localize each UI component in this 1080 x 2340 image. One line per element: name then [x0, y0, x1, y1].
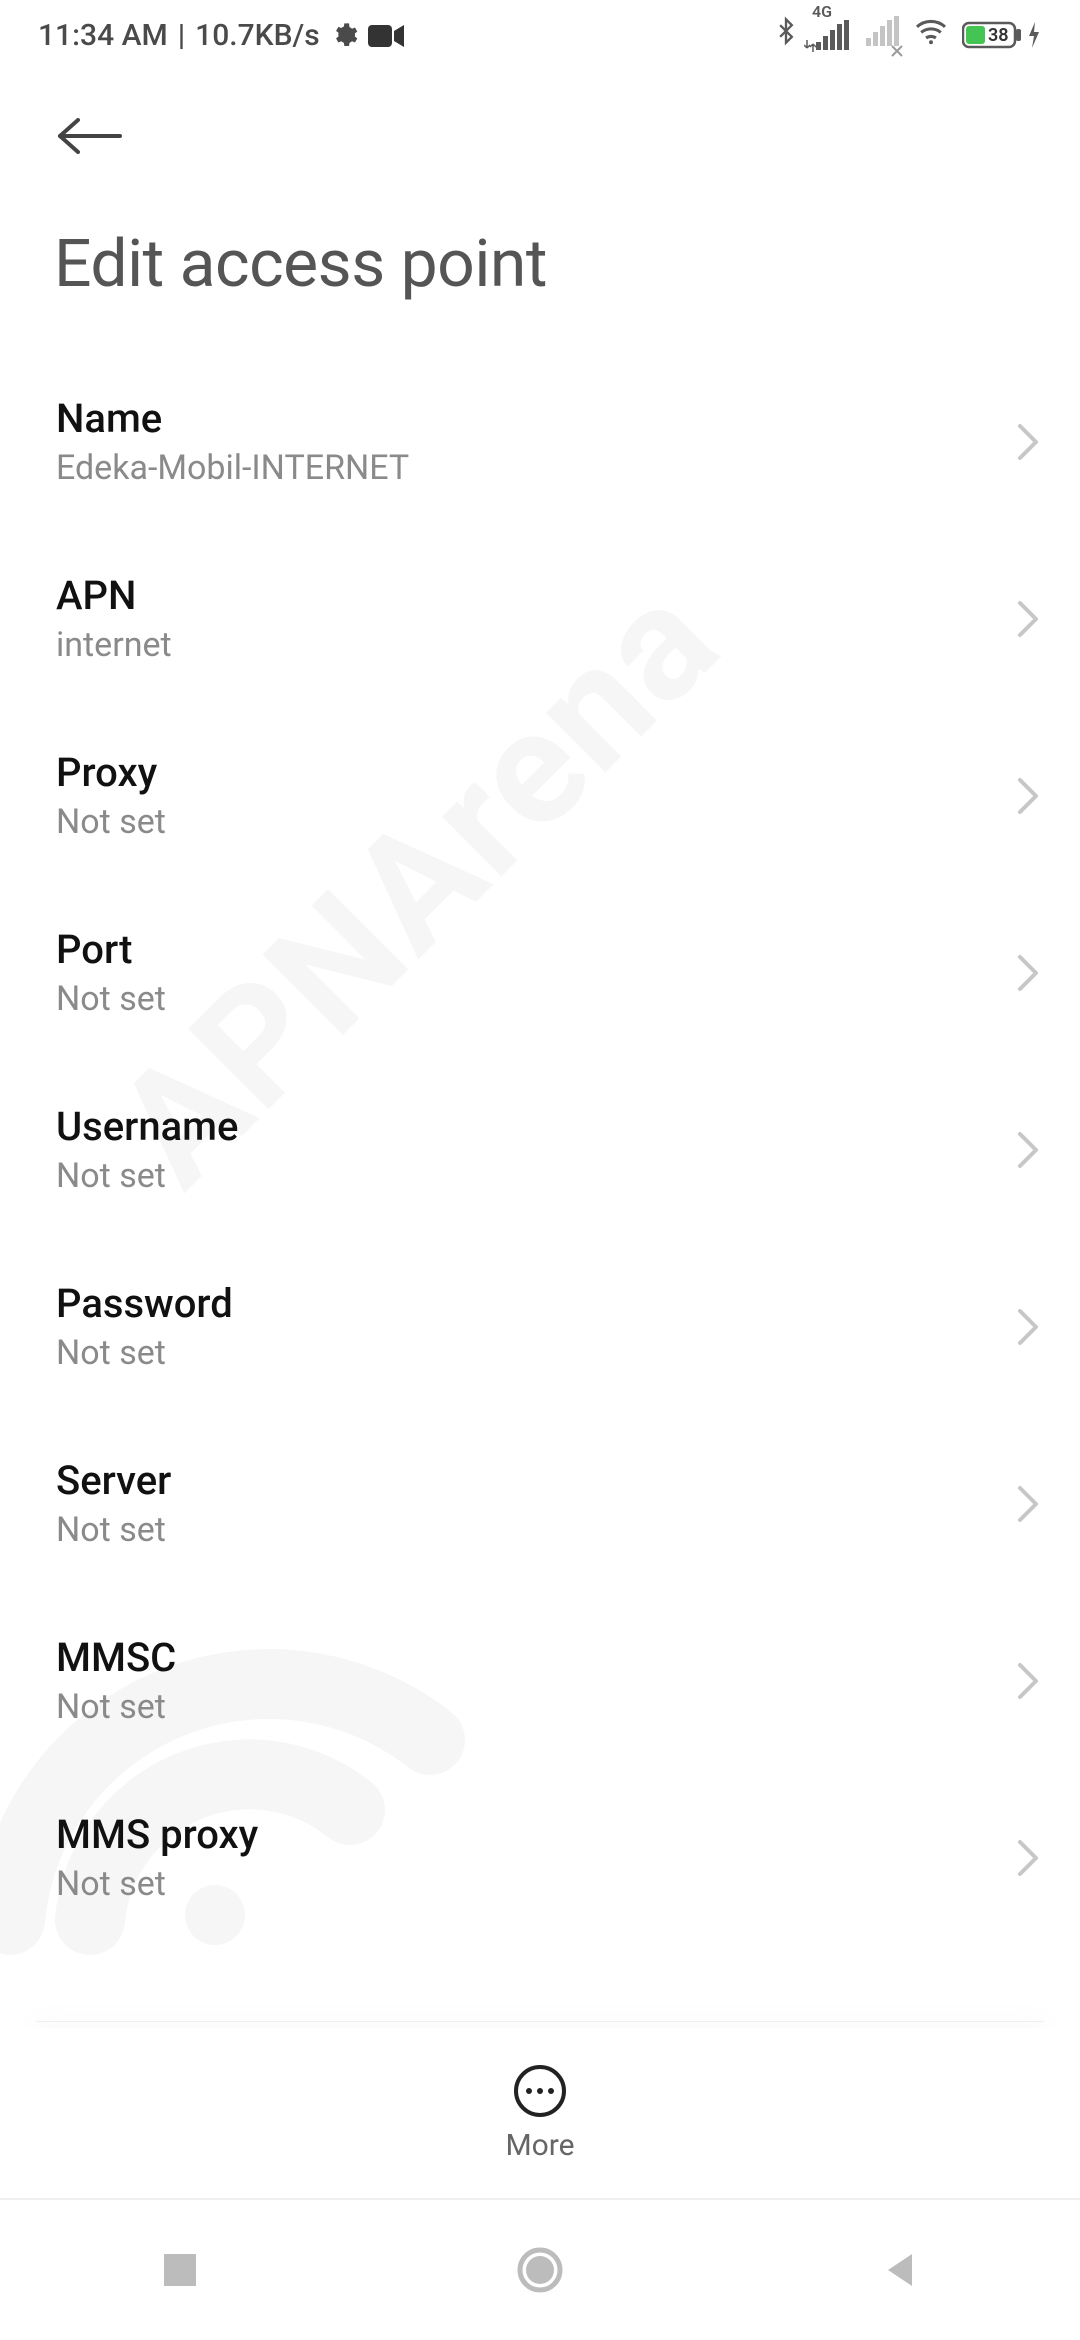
- network-label-4g: 4G: [812, 2, 832, 21]
- more-label: More: [505, 2128, 574, 2163]
- bluetooth-icon: [772, 15, 800, 55]
- apn-field-list: Name Edeka-Mobil-INTERNET APN internet P…: [0, 353, 1080, 1946]
- status-bar: 11:34 AM | 10.7KB/s 4G 38: [0, 0, 1080, 70]
- field-mmsc[interactable]: MMSC Not set: [0, 1592, 1080, 1769]
- field-password[interactable]: Password Not set: [0, 1238, 1080, 1415]
- field-value: Not set: [56, 1156, 1000, 1196]
- chevron-right-icon: [1016, 422, 1040, 462]
- chevron-right-icon: [1016, 1838, 1040, 1878]
- field-value: Not set: [56, 979, 1000, 1019]
- field-label: MMSC: [56, 1634, 1000, 1681]
- chevron-right-icon: [1016, 953, 1040, 993]
- field-value: Not set: [56, 1510, 1000, 1550]
- field-apn[interactable]: APN internet: [0, 530, 1080, 707]
- field-username[interactable]: Username Not set: [0, 1061, 1080, 1238]
- chevron-right-icon: [1016, 1130, 1040, 1170]
- status-right: 4G 38: [772, 15, 1042, 55]
- gear-icon: [330, 21, 358, 49]
- chevron-right-icon: [1016, 1307, 1040, 1347]
- field-proxy[interactable]: Proxy Not set: [0, 707, 1080, 884]
- field-value: Not set: [56, 1687, 1000, 1727]
- wifi-icon: [914, 17, 948, 53]
- field-label: Name: [56, 395, 1000, 442]
- field-label: MMS proxy: [56, 1811, 1000, 1858]
- field-value: Not set: [56, 802, 1000, 842]
- chevron-right-icon: [1016, 599, 1040, 639]
- signal-2-icon: [864, 16, 900, 54]
- camera-icon: [368, 22, 404, 48]
- field-value: Not set: [56, 1864, 1000, 1904]
- field-label: Proxy: [56, 749, 1000, 796]
- field-port[interactable]: Port Not set: [0, 884, 1080, 1061]
- field-name[interactable]: Name Edeka-Mobil-INTERNET: [0, 353, 1080, 530]
- list-fade-mask: [0, 1968, 1080, 2028]
- field-label: Username: [56, 1103, 1000, 1150]
- battery-icon: 38: [962, 20, 1042, 50]
- field-label: Port: [56, 926, 1000, 973]
- chevron-right-icon: [1016, 776, 1040, 816]
- page-title: Edit access point: [54, 226, 1026, 303]
- more-icon: [513, 2064, 567, 2118]
- field-label: APN: [56, 572, 1000, 619]
- nav-recents-button[interactable]: [156, 2246, 204, 2294]
- more-button[interactable]: More: [505, 2064, 574, 2163]
- chevron-right-icon: [1016, 1661, 1040, 1701]
- back-button[interactable]: [54, 114, 124, 162]
- status-sep: |: [178, 18, 185, 53]
- header: Edit access point: [0, 70, 1080, 303]
- nav-home-button[interactable]: [516, 2246, 564, 2294]
- bottom-action-bar: More: [0, 2028, 1080, 2198]
- signal-1-icon: 4G: [814, 20, 850, 50]
- field-value: Not set: [56, 1333, 1000, 1373]
- battery-pct-text: 38: [988, 25, 1009, 46]
- navigation-bar: [0, 2198, 1080, 2340]
- nav-back-button[interactable]: [876, 2246, 924, 2294]
- field-mms-proxy[interactable]: MMS proxy Not set: [0, 1769, 1080, 1946]
- chevron-right-icon: [1016, 1484, 1040, 1524]
- field-label: Password: [56, 1280, 1000, 1327]
- field-value: Edeka-Mobil-INTERNET: [56, 448, 1000, 488]
- status-left: 11:34 AM | 10.7KB/s: [38, 18, 404, 53]
- status-speed: 10.7KB/s: [195, 18, 320, 53]
- status-time: 11:34 AM: [38, 18, 168, 53]
- field-value: internet: [56, 625, 1000, 665]
- field-label: Server: [56, 1457, 1000, 1504]
- bottom-divider: [36, 2021, 1044, 2022]
- field-server[interactable]: Server Not set: [0, 1415, 1080, 1592]
